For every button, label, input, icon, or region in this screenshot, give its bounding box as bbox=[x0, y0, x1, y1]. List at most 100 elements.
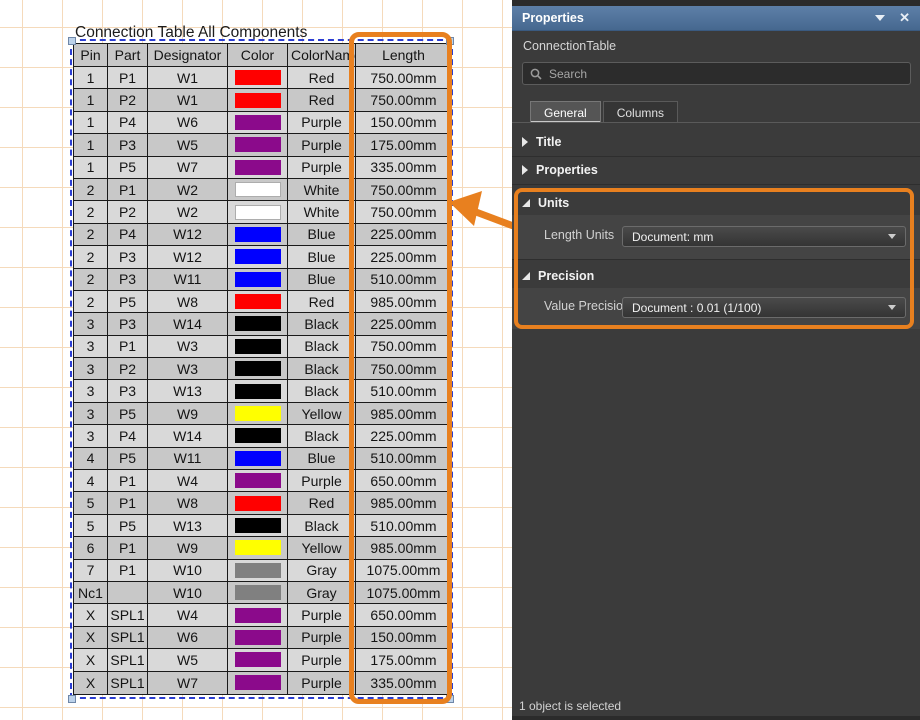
cell-pin: 3 bbox=[74, 403, 108, 425]
chevron-right-icon bbox=[522, 137, 528, 147]
cell-part: P5 bbox=[108, 515, 148, 537]
section-header-properties[interactable]: Properties bbox=[512, 158, 920, 182]
color-swatch bbox=[235, 496, 281, 511]
selection-handle-bottom-left[interactable] bbox=[68, 695, 76, 703]
cell-part: P4 bbox=[108, 112, 148, 134]
cell-colorname: Blue bbox=[288, 269, 356, 291]
cell-part: P1 bbox=[108, 537, 148, 559]
cell-color bbox=[228, 604, 288, 626]
color-swatch bbox=[235, 540, 281, 555]
cell-length: 985.00mm bbox=[356, 537, 451, 559]
cell-part: P4 bbox=[108, 425, 148, 447]
cell-color bbox=[228, 134, 288, 156]
cell-part: P3 bbox=[108, 380, 148, 402]
cell-designator: W1 bbox=[148, 89, 228, 111]
color-swatch bbox=[235, 249, 281, 264]
cell-colorname: Black bbox=[288, 380, 356, 402]
cell-pin: 3 bbox=[74, 380, 108, 402]
cell-pin: X bbox=[74, 672, 108, 694]
cell-length: 985.00mm bbox=[356, 403, 451, 425]
cell-designator: W6 bbox=[148, 112, 228, 134]
cell-length: 750.00mm bbox=[356, 336, 451, 358]
cell-colorname: Black bbox=[288, 515, 356, 537]
cell-colorname: Purple bbox=[288, 627, 356, 649]
panel-tabs: General Columns bbox=[530, 101, 680, 123]
selection-handle-top-right[interactable] bbox=[446, 37, 454, 45]
section-header-precision[interactable]: Precision bbox=[512, 264, 920, 288]
length-units-dropdown[interactable]: Document: mm bbox=[622, 226, 906, 247]
table-row: 3P1W3Black750.00mm bbox=[74, 336, 451, 358]
cell-part: P2 bbox=[108, 201, 148, 223]
selected-object-type: ConnectionTable bbox=[523, 39, 616, 53]
cell-part: P1 bbox=[108, 492, 148, 514]
section-divider bbox=[512, 259, 920, 260]
color-swatch bbox=[235, 272, 281, 287]
tab-columns[interactable]: Columns bbox=[603, 101, 678, 123]
cell-pin: X bbox=[74, 627, 108, 649]
color-swatch bbox=[235, 160, 281, 175]
cell-pin: 4 bbox=[74, 448, 108, 470]
cell-designator: W12 bbox=[148, 246, 228, 268]
section-header-title[interactable]: Title bbox=[512, 130, 920, 154]
application-window: Connection Table All Components Pin Part… bbox=[0, 0, 920, 720]
cell-part: P1 bbox=[108, 336, 148, 358]
cell-colorname: Black bbox=[288, 336, 356, 358]
table-row: XSPL1W4Purple650.00mm bbox=[74, 604, 451, 626]
value-precision-dropdown[interactable]: Document : 0.01 (1/100) bbox=[622, 297, 906, 318]
cell-length: 510.00mm bbox=[356, 515, 451, 537]
cell-pin: Nc1 bbox=[74, 582, 108, 604]
cell-color bbox=[228, 649, 288, 671]
color-swatch bbox=[235, 70, 281, 85]
selection-handle-bottom-right[interactable] bbox=[446, 695, 454, 703]
cell-color bbox=[228, 560, 288, 582]
cell-color bbox=[228, 537, 288, 559]
cell-designator: W5 bbox=[148, 649, 228, 671]
panel-close-button[interactable]: ✕ bbox=[899, 10, 910, 26]
table-row: 3P2W3Black750.00mm bbox=[74, 358, 451, 380]
cell-length: 750.00mm bbox=[356, 67, 451, 89]
cell-colorname: White bbox=[288, 201, 356, 223]
cell-part: SPL1 bbox=[108, 627, 148, 649]
cell-pin: 1 bbox=[74, 157, 108, 179]
cell-pin: 2 bbox=[74, 246, 108, 268]
table-row: Nc1W10Gray1075.00mm bbox=[74, 582, 451, 604]
cell-designator: W11 bbox=[148, 448, 228, 470]
cell-colorname: Gray bbox=[288, 582, 356, 604]
search-box[interactable] bbox=[522, 62, 911, 85]
search-input[interactable] bbox=[549, 67, 903, 81]
cell-color bbox=[228, 67, 288, 89]
table-row: 1P3W5Purple175.00mm bbox=[74, 134, 451, 156]
cell-length: 225.00mm bbox=[356, 246, 451, 268]
cell-colorname: Purple bbox=[288, 112, 356, 134]
cell-part: P3 bbox=[108, 134, 148, 156]
cell-designator: W3 bbox=[148, 358, 228, 380]
column-header-color: Color bbox=[228, 44, 288, 67]
cell-pin: 1 bbox=[74, 134, 108, 156]
cell-color bbox=[228, 492, 288, 514]
panel-menu-button[interactable] bbox=[875, 12, 885, 24]
cell-colorname: Black bbox=[288, 425, 356, 447]
cell-colorname: Yellow bbox=[288, 403, 356, 425]
tab-general[interactable]: General bbox=[530, 101, 601, 123]
cell-designator: W2 bbox=[148, 179, 228, 201]
cell-length: 650.00mm bbox=[356, 470, 451, 492]
cell-colorname: Red bbox=[288, 291, 356, 313]
table-row: 1P2W1Red750.00mm bbox=[74, 89, 451, 111]
selection-handle-top-left[interactable] bbox=[68, 37, 76, 45]
connection-table[interactable]: Pin Part Designator Color ColorName Leng… bbox=[73, 43, 452, 695]
cell-color bbox=[228, 246, 288, 268]
table-row: 4P5W11Blue510.00mm bbox=[74, 448, 451, 470]
cell-designator: W9 bbox=[148, 403, 228, 425]
panel-title: Properties bbox=[522, 11, 861, 25]
section-header-units[interactable]: Units bbox=[512, 191, 920, 215]
cell-colorname: Blue bbox=[288, 224, 356, 246]
cell-designator: W4 bbox=[148, 604, 228, 626]
color-swatch bbox=[235, 182, 281, 197]
table-header-row: Pin Part Designator Color ColorName Leng… bbox=[74, 44, 451, 67]
cell-color bbox=[228, 672, 288, 694]
cell-designator: W4 bbox=[148, 470, 228, 492]
cell-designator: W8 bbox=[148, 492, 228, 514]
column-header-colorname: ColorName bbox=[288, 44, 356, 67]
cell-color bbox=[228, 89, 288, 111]
cell-colorname: Black bbox=[288, 313, 356, 335]
